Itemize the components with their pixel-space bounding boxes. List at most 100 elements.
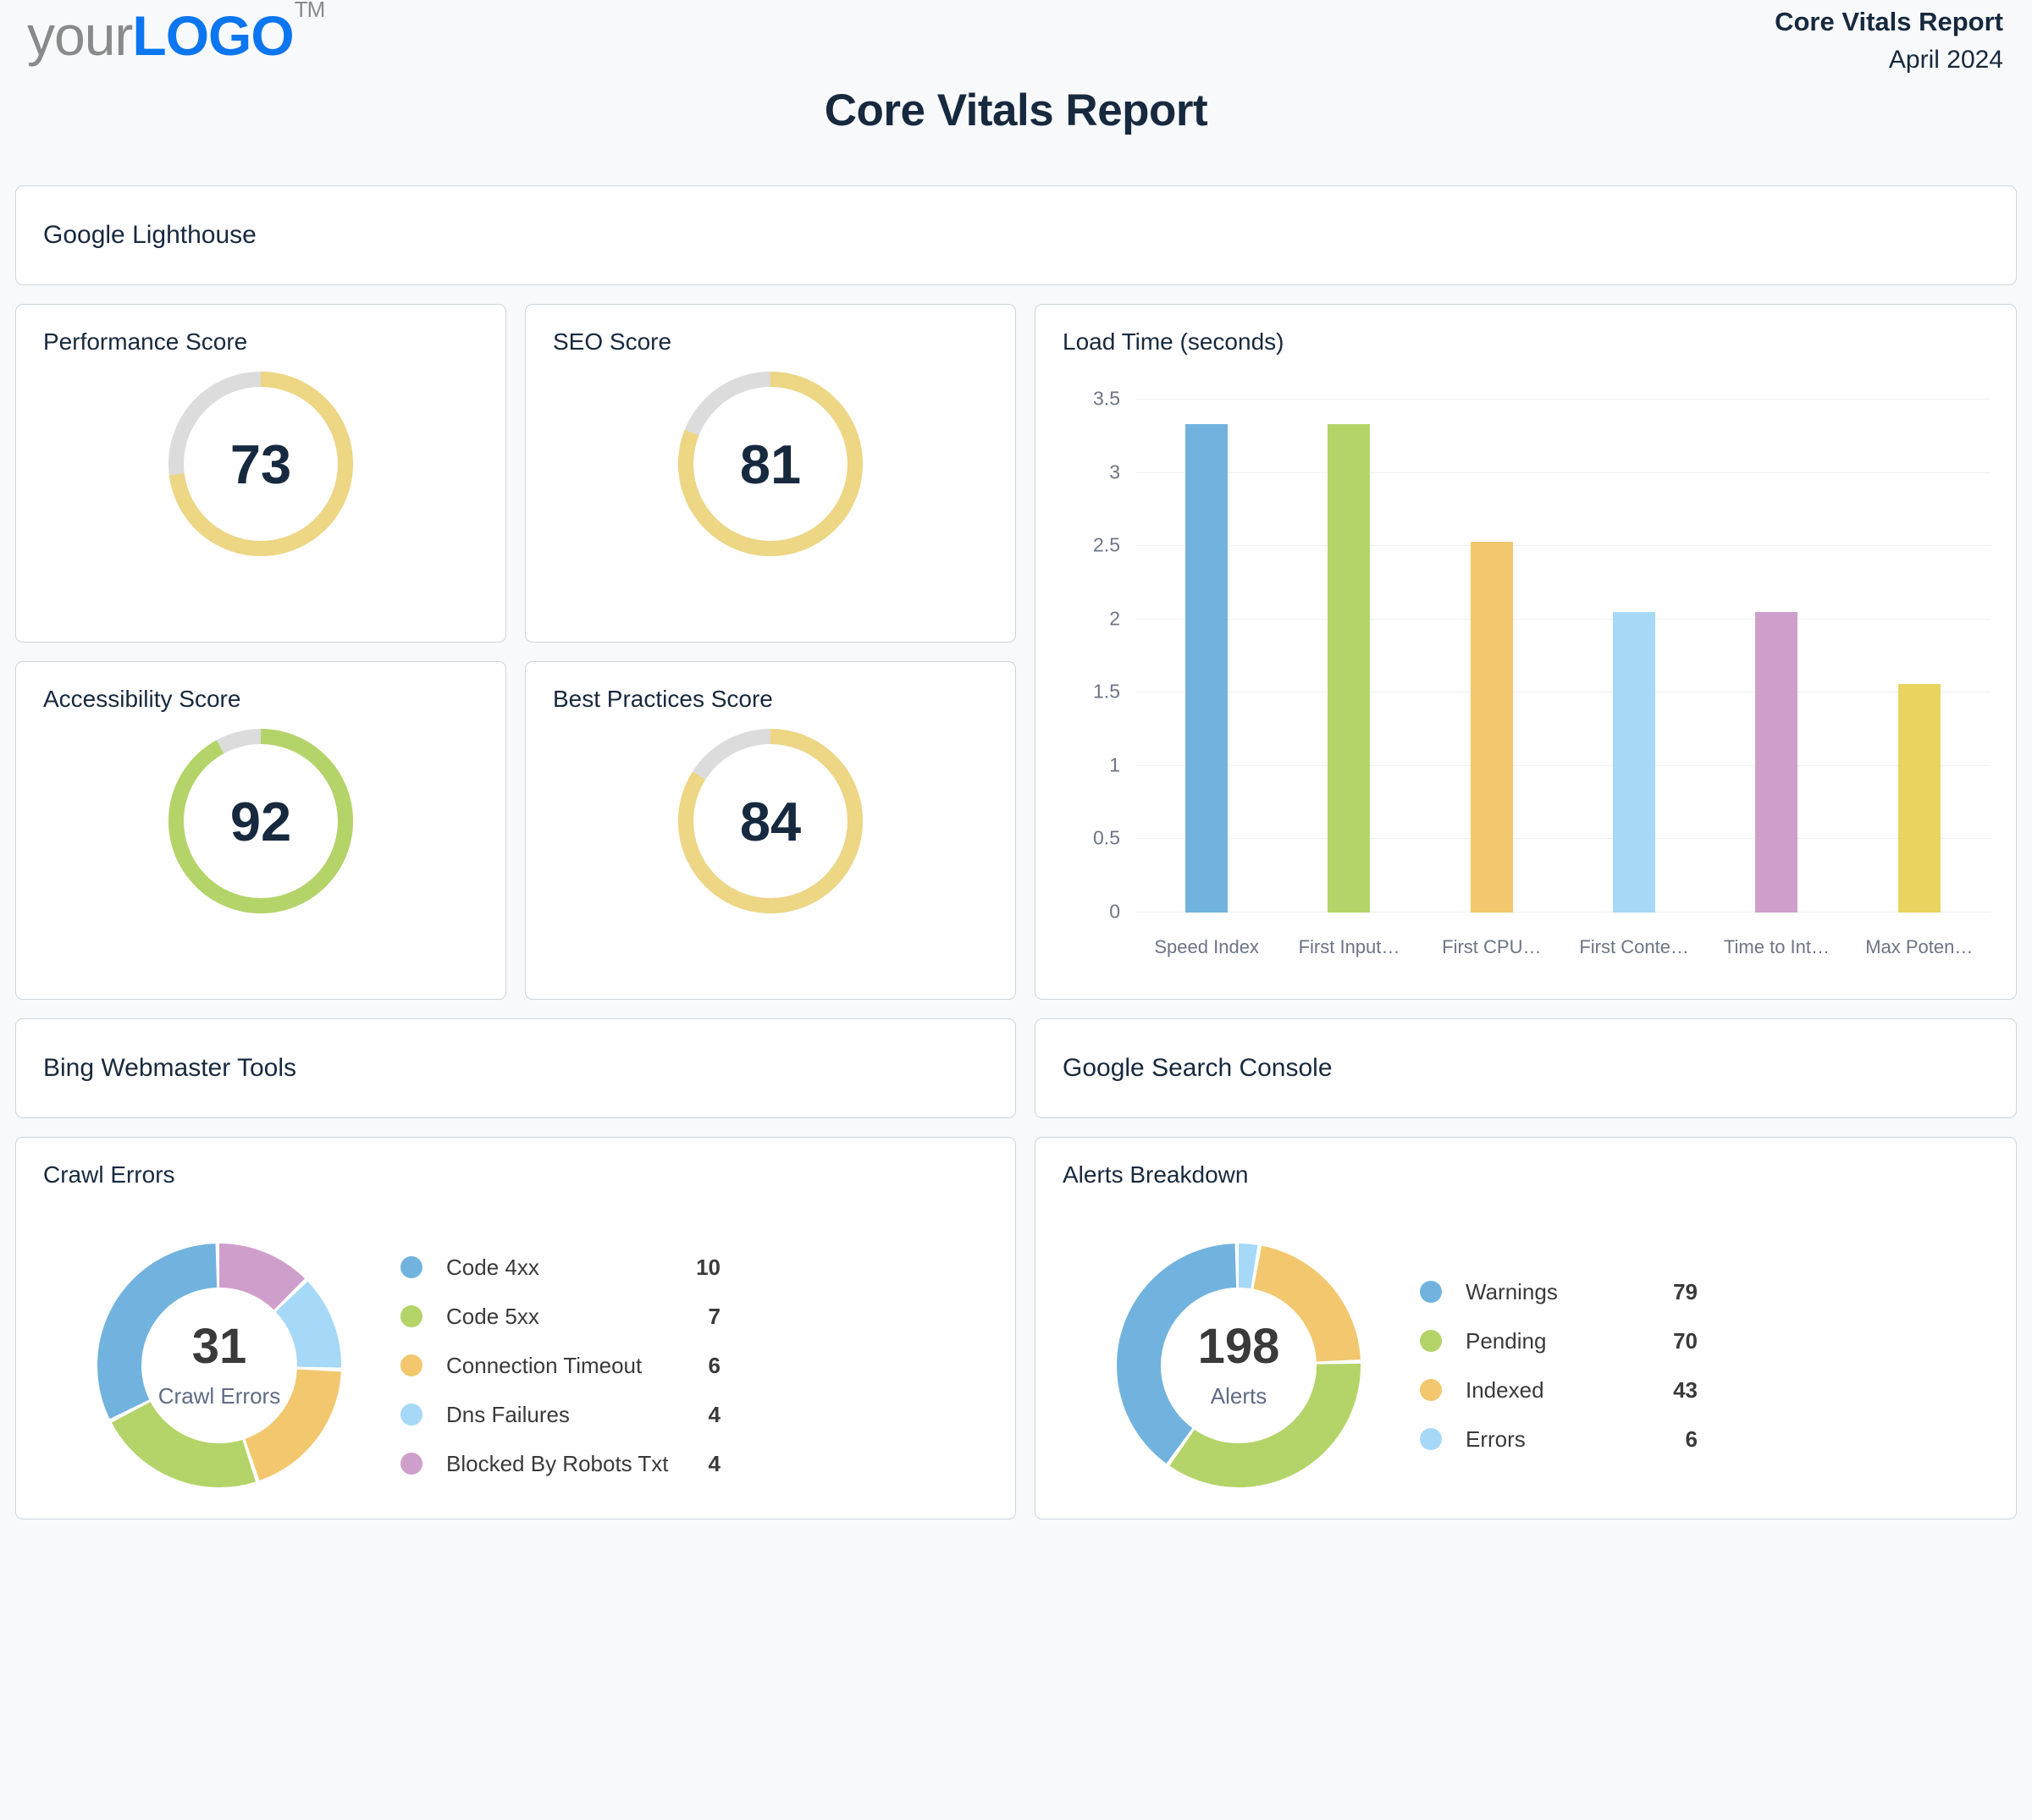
legend-item-value: 4: [673, 1402, 721, 1428]
lighthouse-row: Performance Score 73 SEO Score 81 Accessibil…: [15, 304, 2017, 1000]
crawl-errors-donut: 31 Crawl Errors: [92, 1238, 346, 1492]
x-axis-tick-label: Time to Int…: [1724, 936, 1830, 958]
gauge-value-1: 81: [672, 366, 869, 562]
load-time-chart-area: 00.511.522.533.5Speed IndexFirst Input…F…: [1035, 371, 2016, 973]
crawl-errors-legend: Code 4xx10Code 5xx7Connection Timeout6Dn…: [400, 1243, 721, 1488]
legend-color-dot-icon: [1420, 1281, 1442, 1303]
section-header-lighthouse-label: Google Lighthouse: [43, 221, 257, 250]
bar: [1328, 424, 1370, 913]
gauge-wrap-3: 84: [526, 723, 1015, 919]
legend-item-label: Dns Failures: [446, 1402, 673, 1428]
crawl-errors-donut-center: 31 Crawl Errors: [92, 1238, 346, 1492]
legend-item-value: 10: [673, 1255, 721, 1281]
section-header-bing-label: Bing Webmaster Tools: [43, 1054, 296, 1083]
alerts-donut-center: 198 Alerts: [1112, 1238, 1366, 1492]
legend-color-dot-icon: [1420, 1428, 1442, 1450]
legend-item: Indexed43: [1420, 1365, 1698, 1415]
bar: [1471, 542, 1513, 913]
bar-series: Speed IndexFirst Input…First CPU…First C…: [1135, 400, 1991, 913]
gauge-3: 84: [672, 723, 869, 919]
gauge-title-3: Best Practices Score: [526, 662, 1015, 713]
bar: [1755, 612, 1797, 913]
legend-color-dot-icon: [1420, 1379, 1442, 1401]
gauge-card-2: Accessibility Score 92: [15, 661, 506, 1000]
legend-color-dot-icon: [400, 1305, 422, 1327]
y-axis-tick-label: 2.5: [1093, 534, 1120, 557]
gauge-wrap-2: 92: [16, 723, 505, 919]
y-axis-tick-label: 2: [1109, 607, 1120, 630]
trademark-icon: TM: [295, 0, 325, 22]
bar: [1613, 612, 1655, 913]
x-axis-tick-label: Speed Index: [1154, 936, 1259, 958]
tools-section-row: Bing Webmaster Tools Google Search Conso…: [15, 1018, 2017, 1118]
gauge-card-1: SEO Score 81: [525, 304, 1016, 643]
legend-item: Warnings79: [1420, 1267, 1698, 1316]
crawl-errors-card: Crawl Errors 31 Crawl Errors Code 4xx10C…: [15, 1137, 1016, 1519]
bar-slot: First Input…: [1278, 400, 1420, 913]
legend-item: Code 4xx10: [400, 1243, 721, 1292]
gauge-0: 73: [163, 366, 359, 562]
legend-item-value: 43: [1650, 1377, 1698, 1404]
legend-item-value: 70: [1650, 1328, 1698, 1354]
legend-color-dot-icon: [400, 1453, 422, 1475]
legend-item-label: Pending: [1466, 1328, 1650, 1354]
section-header-gsc: Google Search Console: [1035, 1018, 2017, 1118]
gauge-wrap-1: 81: [526, 366, 1015, 562]
legend-item: Pending70: [1420, 1316, 1698, 1365]
crawl-errors-title: Crawl Errors: [16, 1138, 1015, 1189]
alerts-breakdown-card: Alerts Breakdown 198 Alerts Warnings79Pe…: [1035, 1137, 2017, 1519]
gauge-wrap-0: 73: [16, 366, 505, 562]
bar-slot: First Conte…: [1563, 400, 1705, 913]
bar: [1898, 684, 1941, 913]
logo-text-your: your: [27, 4, 132, 67]
section-header-gsc-label: Google Search Console: [1063, 1054, 1333, 1083]
gauge-2: 92: [163, 723, 359, 919]
legend-item-value: 4: [673, 1451, 721, 1477]
alerts-donut: 198 Alerts: [1112, 1238, 1366, 1492]
alerts-total: 198: [1198, 1322, 1280, 1371]
legend-color-dot-icon: [400, 1256, 422, 1278]
gauge-grid: Performance Score 73 SEO Score 81 Accessibil…: [15, 304, 1016, 1000]
alerts-breakdown-legend: Warnings79Pending70Indexed43Errors6: [1420, 1267, 1698, 1464]
x-axis-tick-label: First Conte…: [1579, 936, 1689, 958]
alerts-donut-holder: 198 Alerts: [1069, 1234, 1408, 1497]
gauge-value-2: 92: [163, 723, 359, 919]
crawl-errors-body: 31 Crawl Errors Code 4xx10Code 5xx7Conne…: [16, 1212, 1015, 1519]
gauge-value-0: 73: [163, 366, 359, 562]
gauge-title-0: Performance Score: [16, 305, 505, 356]
legend-item-value: 6: [1650, 1426, 1698, 1453]
alerts-breakdown-title: Alerts Breakdown: [1035, 1138, 2016, 1189]
legend-color-dot-icon: [1420, 1330, 1442, 1352]
crawl-errors-total: 31: [192, 1322, 247, 1371]
alerts-total-label: Alerts: [1211, 1383, 1267, 1409]
legend-item: Errors6: [1420, 1415, 1698, 1464]
load-time-chart-title: Load Time (seconds): [1035, 305, 2016, 356]
x-axis-tick-label: First CPU…: [1442, 936, 1541, 958]
legend-item-label: Errors: [1466, 1426, 1650, 1453]
crawl-errors-donut-holder: 31 Crawl Errors: [50, 1234, 389, 1497]
brand-logo: yourLOGOTM: [27, 3, 323, 68]
page-header: yourLOGOTM Core Vitals Report April 2024: [15, 0, 2017, 95]
logo-text-logo: LOGO: [132, 4, 293, 67]
bar-slot: Max Poten…: [1848, 400, 1991, 913]
legend-item-label: Code 5xx: [446, 1304, 673, 1330]
y-axis-tick-label: 3.5: [1093, 388, 1120, 411]
legend-item: Dns Failures4: [400, 1390, 721, 1439]
bar-slot: Speed Index: [1135, 400, 1278, 913]
legend-item-label: Blocked By Robots Txt: [446, 1451, 673, 1477]
gauge-title-2: Accessibility Score: [16, 662, 505, 713]
y-axis-tick-label: 0: [1109, 901, 1120, 924]
legend-item-label: Code 4xx: [446, 1255, 673, 1281]
legend-item-label: Warnings: [1466, 1279, 1650, 1305]
y-axis-tick-label: 1: [1109, 753, 1120, 776]
legend-color-dot-icon: [400, 1354, 422, 1376]
gauge-card-0: Performance Score 73: [15, 304, 506, 643]
gauge-title-1: SEO Score: [526, 305, 1015, 356]
y-axis-tick-label: 3: [1109, 461, 1120, 483]
y-axis-tick-label: 1.5: [1093, 681, 1120, 703]
crawl-errors-total-label: Crawl Errors: [158, 1383, 280, 1409]
bar-slot: Time to Int…: [1705, 400, 1847, 913]
bar-plot: 00.511.522.533.5Speed IndexFirst Input…F…: [1135, 400, 1991, 913]
bar-slot: First CPU…: [1421, 400, 1563, 913]
legend-item-value: 6: [673, 1353, 721, 1379]
